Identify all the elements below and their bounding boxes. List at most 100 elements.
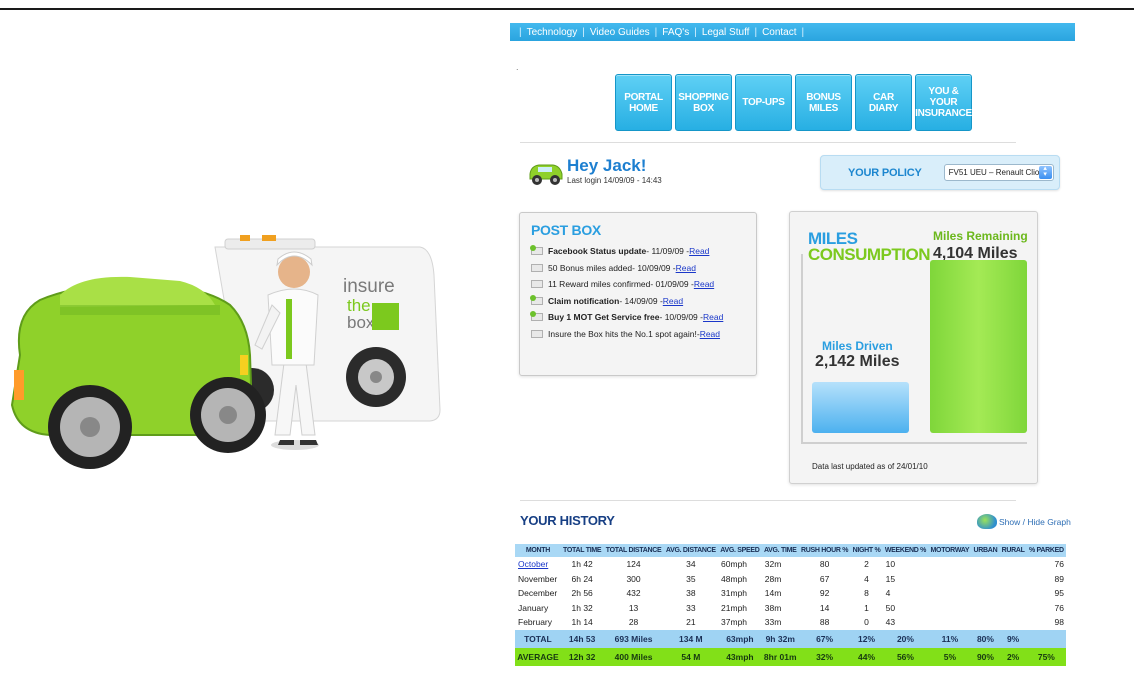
table-cell: 134 M: [663, 629, 719, 648]
table-cell: 9%: [999, 629, 1027, 648]
message-read-link[interactable]: Read: [663, 296, 683, 306]
table-cell: 33: [686, 602, 696, 613]
post-box-list: Facebook Status update - 11/09/09 - Read…: [530, 243, 723, 342]
message-read-link[interactable]: Read: [703, 312, 723, 322]
table-row: February 1h 14 28 21 37mph 33m 88 0 43 98: [515, 615, 1066, 630]
table-row: December 2h 56 432 38 31mph 14m 92 8 4 95: [515, 586, 1066, 601]
top-nav-video-guides[interactable]: Video Guides: [590, 27, 650, 38]
message-item: Facebook Status update - 11/09/09 - Read: [530, 243, 723, 260]
nav-tile-shopping-box[interactable]: SHOPPING BOX: [675, 74, 732, 131]
show-hide-graph-button[interactable]: Show / Hide Graph: [977, 514, 1071, 529]
column-header: TOTAL TIME: [560, 544, 604, 557]
message-text: Facebook Status update: [548, 246, 647, 257]
nav-tile-bonus-miles[interactable]: BONUS MILES: [795, 74, 852, 131]
table-header-row: MONTH TOTAL TIME TOTAL DISTANCE AVG. DIS…: [515, 544, 1066, 557]
chart-axis-horizontal: [801, 442, 1027, 444]
message-date: - 10/09/09 -: [659, 312, 703, 323]
table-row: November 6h 24 300 35 48mph 28m 67 4 15 89: [515, 572, 1066, 587]
table-cell: 31mph: [721, 588, 748, 599]
table-cell: 14: [819, 602, 830, 613]
top-nav-separator: |: [694, 26, 697, 38]
table-cell: 33m: [764, 617, 782, 628]
top-nav-separator: |: [582, 26, 585, 38]
table-cell: 75%: [1026, 647, 1066, 666]
table-cell: 6h 24: [571, 573, 593, 584]
history-table: MONTH TOTAL TIME TOTAL DISTANCE AVG. DIS…: [515, 544, 1066, 666]
nav-tile-label: PORTAL: [624, 91, 663, 103]
greeting-title: Hey Jack!: [567, 156, 647, 175]
table-cell: 76: [1054, 602, 1064, 613]
policy-select[interactable]: FV51 UEU – Renault Clio ▴ ▾: [943, 164, 1054, 181]
table-cell: 67%: [798, 629, 851, 648]
post-box-title: POST BOX: [531, 222, 601, 238]
globe-icon: [977, 514, 997, 529]
top-nav-separator: |: [519, 26, 522, 38]
table-cell: 38: [686, 588, 696, 599]
column-header: URBAN: [971, 544, 1000, 557]
table-cell: 56%: [882, 647, 929, 666]
table-cell: 89: [1054, 573, 1064, 584]
table-cell: 50: [885, 602, 896, 613]
table-cell: AVERAGE: [515, 647, 561, 666]
table-cell: 300: [626, 573, 641, 584]
table-cell: [999, 586, 1026, 601]
policy-panel: YOUR POLICY FV51 UEU – Renault Clio ▴ ▾: [820, 155, 1060, 190]
miles-consumption-panel: MILES CONSUMPTION Miles Remaining 4,104 …: [789, 211, 1038, 484]
nav-tile-car-diary[interactable]: CAR DIARY: [855, 74, 912, 131]
month-link[interactable]: October: [518, 559, 548, 569]
van-logo-insure: insure: [343, 276, 395, 297]
table-cell: 98: [1054, 617, 1064, 628]
table-cell: TOTAL: [515, 629, 561, 648]
table-cell: 10: [885, 559, 896, 570]
top-nav-technology[interactable]: Technology: [527, 27, 578, 38]
message-item: Buy 1 MOT Get Service free - 10/09/09 - …: [530, 309, 723, 326]
column-header: TOTAL DISTANCE: [603, 544, 664, 557]
column-header: RUSH HOUR %: [798, 544, 851, 557]
top-nav-faqs[interactable]: FAQ's: [662, 27, 689, 38]
table-cell: 48mph: [721, 573, 748, 584]
message-read-link[interactable]: Read: [676, 263, 696, 273]
table-cell: 13: [628, 602, 639, 613]
table-cell: 34: [686, 559, 696, 570]
message-read-link[interactable]: Read: [700, 329, 720, 339]
nav-tile-label: YOU & YOUR: [928, 86, 959, 108]
history-title: YOUR HISTORY: [520, 513, 615, 528]
table-cell: 1h 42: [571, 559, 593, 570]
table-cell: 432: [626, 588, 641, 599]
table-cell: 8: [864, 588, 869, 599]
table-cell: 28m: [764, 573, 782, 584]
table-cell: [928, 572, 971, 587]
table-cell: 32%: [798, 647, 851, 666]
table-cell: 28: [628, 617, 639, 628]
divider: [520, 142, 1016, 143]
message-text: Buy 1 MOT Get Service free: [548, 312, 660, 323]
table-row: January 1h 32 13 33 21mph 38m 14 1 50 76: [515, 601, 1066, 616]
nav-tile-top-ups[interactable]: TOP-UPS: [735, 74, 792, 131]
miles-driven-label: Miles Driven: [822, 339, 893, 353]
table-cell: 12h 32: [560, 647, 604, 666]
message-read-link[interactable]: Read: [689, 246, 709, 256]
table-row-average: AVERAGE 12h 32 400 Miles 54 M 43mph 8hr 01m 32…: [515, 647, 1066, 666]
message-read-link[interactable]: Read: [694, 279, 714, 289]
top-nav-bar: | Technology | Video Guides | FAQ's | Le…: [510, 23, 1075, 41]
nav-tile-portal-home[interactable]: PORTAL HOME: [615, 74, 672, 131]
table-cell: [928, 586, 971, 601]
top-nav-separator: |: [754, 26, 758, 38]
table-cell: 32m: [764, 559, 782, 570]
nav-tile-you-and-your-insurance[interactable]: YOU & YOUR INSURANCE: [915, 74, 972, 131]
table-cell: [999, 572, 1026, 587]
nav-tile-label: CAR DIARY: [868, 91, 899, 114]
table-cell: 67: [819, 573, 830, 584]
table-cell: 4: [864, 573, 869, 584]
table-cell: [971, 586, 999, 601]
van-logo-box: box: [347, 313, 375, 332]
table-cell: 44%: [850, 647, 883, 666]
table-cell: February: [518, 617, 553, 628]
top-nav-contact[interactable]: Contact: [762, 27, 796, 38]
top-nav-legal-stuff[interactable]: Legal Stuff: [702, 27, 750, 38]
table-cell: 63mph: [718, 629, 762, 648]
message-date: - 01/09/09 -: [650, 279, 694, 290]
message-text: 11 Reward miles confirmed: [548, 279, 651, 290]
table-cell: 2%: [999, 647, 1027, 666]
message-date: - 14/09/09 -: [619, 295, 663, 306]
